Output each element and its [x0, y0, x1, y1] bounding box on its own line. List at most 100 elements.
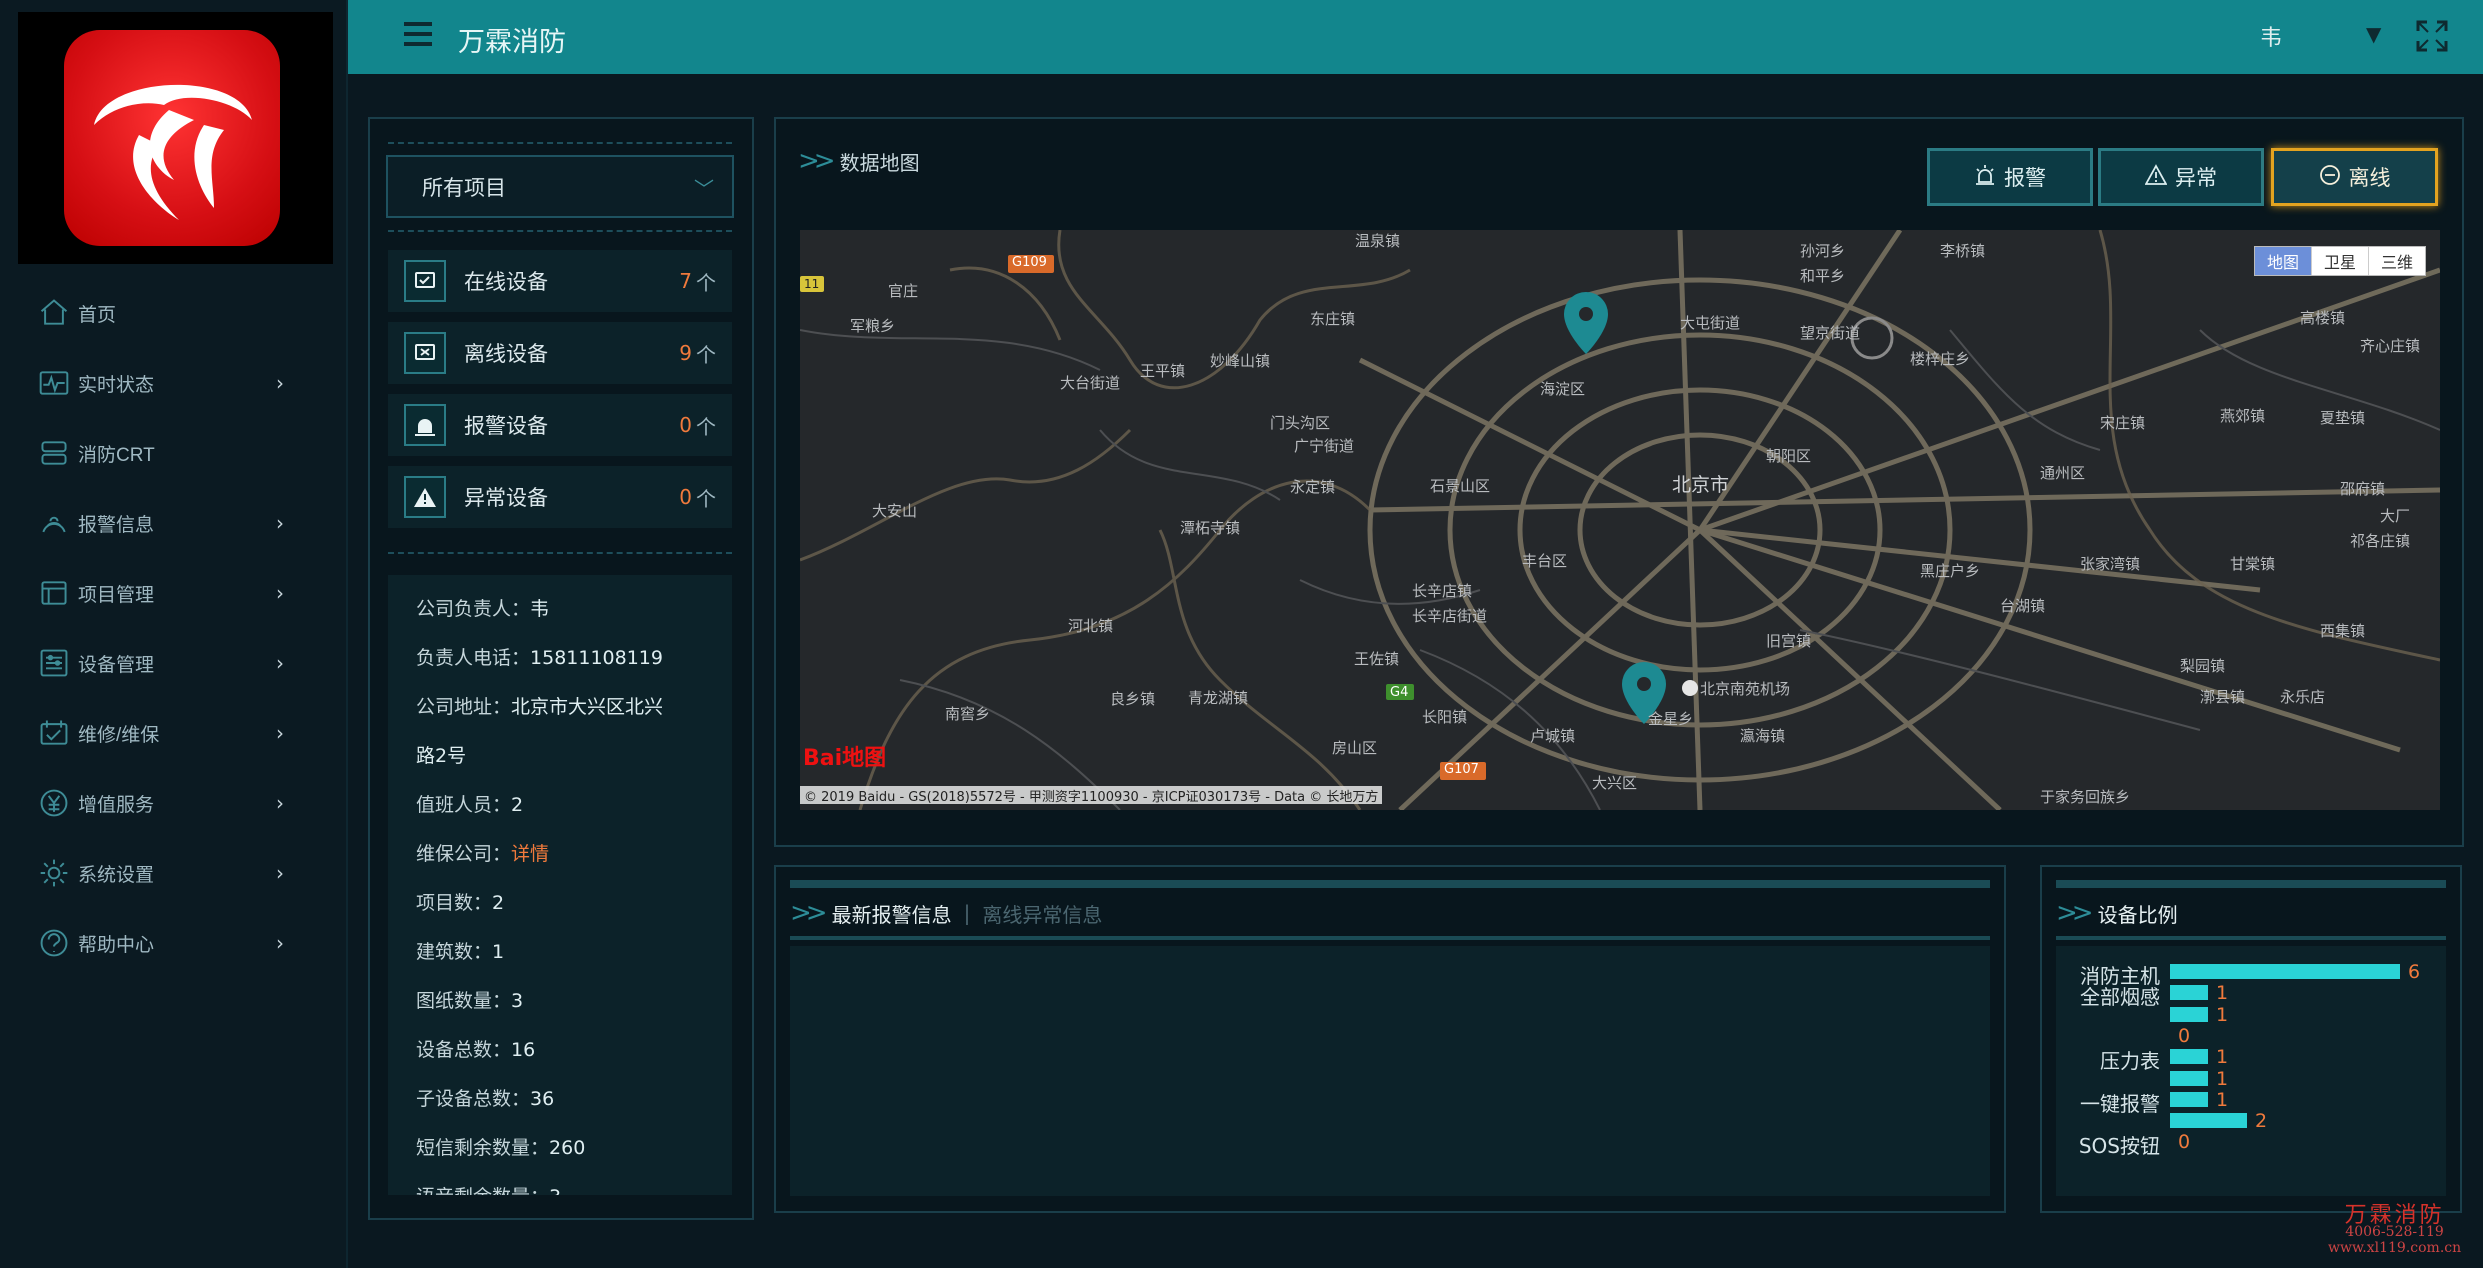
divider — [790, 936, 1990, 940]
map-type-switch[interactable]: 地图 卫星 三维 — [2254, 246, 2426, 276]
divider — [790, 880, 1990, 888]
alarm-signal-icon — [36, 505, 72, 541]
sidebar-item-6[interactable]: 维修/维保 › — [0, 698, 348, 768]
user-name[interactable]: 韦 — [2260, 20, 2282, 52]
map-label: 官庄 — [888, 282, 919, 300]
alarm-filter-button[interactable]: 报警 — [1927, 148, 2093, 206]
sidebar-item-2[interactable]: 消防CRT — [0, 418, 348, 488]
map-label: 丰台区 — [1522, 552, 1568, 570]
warning-icon — [2144, 163, 2168, 191]
alarm-list — [790, 946, 1990, 1196]
sidebar-item-3[interactable]: 报警信息 › — [0, 488, 348, 558]
home-icon — [36, 295, 72, 331]
ratio-value: 6 — [2408, 961, 2421, 983]
map-label: 东庄镇 — [1310, 310, 1356, 328]
menu-toggle-icon[interactable] — [404, 22, 432, 52]
stat-row[interactable]: 在线设备 7 个 — [388, 250, 732, 312]
map-label: 大安山 — [872, 502, 918, 520]
map-canvas[interactable]: 温泉镇 孙河乡 和平乡 李桥镇 官庄 军粮乡 东庄镇 大台街道 王平镇 妙峰山镇… — [800, 230, 2440, 810]
double-chevron-icon: >> — [790, 898, 827, 928]
buildings-row: 建筑数：1 — [416, 941, 505, 963]
map-label: 南窖乡 — [945, 705, 991, 723]
stat-row[interactable]: 离线设备 9 个 — [388, 322, 732, 384]
sidebar-item-label: 设备管理 — [78, 654, 155, 676]
map-panel-header: >> 数据地图 — [798, 146, 920, 176]
repair-icon — [36, 715, 72, 751]
ratio-value: 2 — [2255, 1110, 2268, 1133]
server-icon — [36, 435, 72, 471]
map-type-option[interactable]: 地图 — [2255, 247, 2311, 275]
alarm-tabs: >> 最新报警信息 | 离线异常信息 — [790, 898, 1102, 928]
subdevices-row: 子设备总数：36 — [416, 1088, 555, 1110]
sidebar-item-label: 帮助中心 — [78, 934, 155, 956]
map-label: 楼梓庄乡 — [1910, 350, 1971, 368]
phone-row: 负责人电话：15811108119 — [416, 647, 663, 669]
map-label: 北京市 — [1672, 474, 1730, 496]
offline-filter-button[interactable]: 离线 — [2271, 148, 2438, 206]
ratio-value: 1 — [2216, 1003, 2229, 1026]
stat-unit: 个 — [696, 342, 716, 367]
map-label: 军粮乡 — [850, 317, 896, 335]
chevron-right-icon: › — [276, 791, 284, 815]
stat-count: 9 — [679, 341, 692, 365]
tab-offline-abnormal[interactable]: 离线异常信息 — [982, 899, 1102, 928]
abnormal-filter-button[interactable]: 异常 — [2098, 148, 2264, 206]
sidebar-item-7[interactable]: 增值服务 › — [0, 768, 348, 838]
divider — [388, 552, 732, 554]
map-label: 张家湾镇 — [2080, 555, 2141, 573]
stat-row[interactable]: 异常设备 0 个 — [388, 466, 732, 528]
sidebar-item-label: 增值服务 — [78, 794, 155, 816]
map-label: 祁各庄镇 — [2350, 532, 2411, 550]
stat-unit: 个 — [696, 414, 716, 439]
map-label: 旧宫镇 — [1766, 632, 1812, 650]
sidebar-item-8[interactable]: 系统设置 › — [0, 838, 348, 908]
divider — [388, 142, 732, 144]
tab-latest-alarms[interactable]: 最新报警信息 — [832, 899, 952, 928]
projects-row: 项目数：2 — [416, 892, 505, 914]
map-label: 房山区 — [1332, 739, 1378, 757]
sidebar-item-5[interactable]: 设备管理 › — [0, 628, 348, 698]
maintenance-details-link[interactable]: 详情 — [511, 843, 549, 865]
fullscreen-icon[interactable] — [2416, 20, 2448, 52]
chevron-down-icon[interactable]: ▼ — [2366, 22, 2381, 46]
map-label: 孙河乡 — [1800, 242, 1846, 260]
offline-device-icon — [404, 332, 446, 374]
ratio-value: 1 — [2216, 1088, 2229, 1111]
sidebar-item-4[interactable]: 项目管理 › — [0, 558, 348, 628]
minus-circle-icon — [2319, 164, 2341, 191]
drawings-row: 图纸数量：3 — [416, 990, 524, 1012]
gear-icon — [36, 855, 72, 891]
highway-shield: G107 — [1444, 762, 1479, 777]
map-label: 门头沟区 — [1270, 414, 1331, 432]
map-label: 大兴区 — [1592, 774, 1638, 792]
chevron-right-icon: › — [276, 721, 284, 745]
divider — [2056, 880, 2446, 888]
tab-separator: | — [963, 901, 971, 925]
map-type-option[interactable]: 三维 — [2368, 247, 2425, 275]
stat-row[interactable]: 报警设备 0 个 — [388, 394, 732, 456]
watermark-phone: 4006-528-119 — [2345, 1224, 2444, 1240]
online-device-icon — [404, 260, 446, 302]
stat-count: 0 — [679, 413, 692, 437]
ratio-bar — [2170, 1006, 2208, 1022]
sidebar-item-9[interactable]: 帮助中心 › — [0, 908, 348, 978]
ratio-title: 设备比例 — [2097, 902, 2178, 927]
ratio-value: 1 — [2216, 1067, 2229, 1090]
ratio-label: SOS按钮 — [2078, 1134, 2160, 1159]
chevron-right-icon: › — [276, 371, 284, 395]
stat-label: 离线设备 — [464, 342, 548, 366]
map-label: 永定镇 — [1290, 478, 1336, 496]
map-copyright: © 2019 Baidu - GS(2018)5572号 - 甲测资字11009… — [800, 786, 1383, 805]
ratio-bar — [2170, 1049, 2208, 1065]
map-label: 潭柘寺镇 — [1180, 519, 1241, 537]
project-select[interactable]: 所有项目 ﹀ — [386, 155, 734, 218]
ratio-bar — [2170, 964, 2400, 979]
sidebar-item-0[interactable]: 首页 — [0, 278, 348, 348]
sidebar-item-1[interactable]: 实时状态 › — [0, 348, 348, 418]
device-settings-icon — [36, 645, 72, 681]
sidebar-item-label: 实时状态 — [78, 374, 155, 396]
warning-device-icon — [404, 476, 446, 518]
map-type-option[interactable]: 卫星 — [2311, 247, 2368, 275]
chevron-right-icon: › — [276, 581, 284, 605]
sms-row: 短信剩余数量：260 — [416, 1137, 586, 1159]
